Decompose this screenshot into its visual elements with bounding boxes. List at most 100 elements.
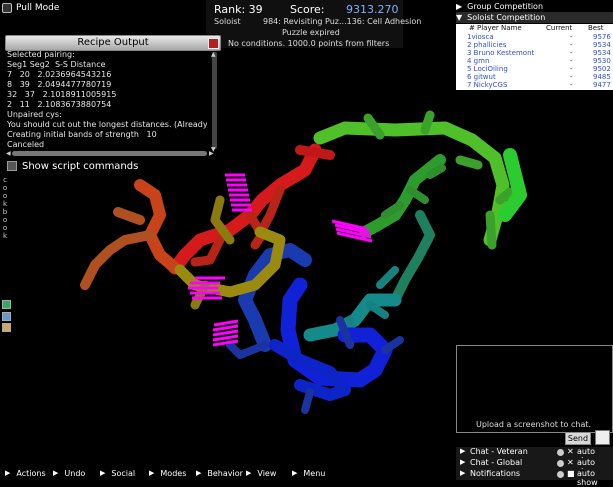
- recipe-line: Canceled: [7, 140, 45, 149]
- recipe-horizontal-scrollbar[interactable]: [12, 151, 207, 156]
- pull-mode-icon: [2, 2, 12, 13]
- notes-tool-icon[interactable]: [2, 323, 11, 332]
- table-row[interactable]: 6 gitwut - 9485: [456, 73, 613, 81]
- info-icon[interactable]: [557, 471, 564, 478]
- expand-arrow-icon: ▶: [456, 2, 463, 11]
- checkbox-icon[interactable]: ■: [567, 469, 575, 478]
- show-script-commands[interactable]: Show script commands: [7, 160, 138, 172]
- cookbook-letter: o: [2, 192, 8, 200]
- send-button[interactable]: Send: [565, 432, 591, 445]
- show-script-label: Show script commands: [22, 160, 139, 172]
- player-current: -: [570, 81, 573, 89]
- mode-label: Soloist: [214, 17, 241, 26]
- script-tool-icon[interactable]: [2, 312, 11, 321]
- recipe-line: 7 20 2.0236964543216: [7, 70, 112, 79]
- table-row[interactable]: 7 NickyCGS - 9477: [456, 81, 613, 89]
- menu-label: View: [257, 469, 277, 478]
- close-icon[interactable]: ✕: [567, 447, 574, 456]
- arrow-icon: ▶: [100, 469, 106, 477]
- scroll-right-icon[interactable]: ▶: [209, 150, 214, 157]
- recipe-line: Selected pairing:: [7, 50, 75, 59]
- arrow-icon: ▶: [292, 469, 298, 477]
- recipe-line: Creating initial bands of strength 10: [7, 130, 157, 139]
- expand-arrow-icon: ▶: [460, 458, 466, 466]
- scroll-left-icon[interactable]: ◀: [6, 150, 11, 157]
- chat-tab-veteran[interactable]: ▶ Chat - Veteran ✕ auto show: [456, 447, 613, 465]
- player-best: 9530: [593, 57, 611, 65]
- player-name[interactable]: 1viosca: [467, 33, 494, 41]
- chat-tab-global[interactable]: ▶ Chat - Global ✕ auto show: [456, 458, 613, 476]
- menu-social[interactable]: ▶ Social: [100, 469, 135, 478]
- cookbook-tab[interactable]: c o o k b o o k: [0, 176, 10, 240]
- recipe-line: 32 37 2.1018911005915: [7, 90, 117, 99]
- arrow-icon: ▶: [5, 469, 11, 477]
- table-row[interactable]: 5 LociOiling - 9502: [456, 65, 613, 73]
- soloist-competition-header[interactable]: ▼ Soloist Competition: [456, 12, 613, 23]
- group-competition-label: Group Competition: [467, 2, 544, 11]
- player-current: -: [570, 73, 573, 81]
- rank-label: Rank: 39: [214, 3, 263, 16]
- group-competition-header[interactable]: ▶ Group Competition: [456, 1, 613, 12]
- col-current: Current: [546, 24, 573, 32]
- player-name[interactable]: 4 gmn: [467, 57, 489, 65]
- menu-undo[interactable]: ▶ Undo: [53, 469, 85, 478]
- player-best: 9485: [593, 73, 611, 81]
- player-best: 9502: [593, 65, 611, 73]
- player-name[interactable]: 2 phallicies: [467, 41, 506, 49]
- info-icon[interactable]: [557, 449, 564, 456]
- player-name[interactable]: 5 LociOiling: [467, 65, 508, 73]
- close-icon[interactable]: ✕: [567, 458, 574, 467]
- chat-upload-hint: Upload a screenshot to chat.: [475, 420, 592, 429]
- recipe-tool-icon[interactable]: [2, 300, 11, 309]
- show-script-checkbox[interactable]: [7, 161, 17, 171]
- cookbook-letter: c: [3, 176, 7, 184]
- recipe-output-text: Selected pairing: Seg1 Seg2 S-S Distance 7…: [7, 50, 207, 152]
- menu-view[interactable]: ▶ View: [246, 469, 276, 478]
- screenshot-icon[interactable]: [595, 430, 610, 445]
- competition-table: # Player Name Current Best 1viosca - 957…: [456, 24, 613, 90]
- recipe-line: You should cut out the longest distances…: [7, 120, 207, 129]
- player-name[interactable]: 3 Bruno Kestemont: [467, 49, 534, 57]
- scroll-up-icon[interactable]: ▲: [211, 51, 216, 58]
- player-best: 9477: [593, 81, 611, 89]
- recipe-line: 2 11 2.1083673880754: [7, 100, 112, 109]
- table-row[interactable]: 4 gmn - 9530: [456, 57, 613, 65]
- player-name[interactable]: 6 gitwut: [467, 73, 496, 81]
- recipe-vertical-scrollbar[interactable]: [212, 52, 217, 149]
- table-row[interactable]: 2 phallicies - 9534: [456, 41, 613, 49]
- table-row[interactable]: 1viosca - 9576: [456, 33, 613, 41]
- pull-mode-toggle[interactable]: Pull Mode: [2, 1, 59, 14]
- player-current: -: [570, 49, 573, 57]
- table-header: # Player Name Current Best: [456, 24, 613, 33]
- player-current: -: [570, 65, 573, 73]
- recipe-title: Recipe Output: [77, 37, 149, 48]
- player-current: -: [570, 33, 573, 41]
- chat-tab-label: Chat - Global: [470, 458, 523, 467]
- col-best: Best: [588, 24, 604, 32]
- menu-modes[interactable]: ▶ Modes: [149, 469, 186, 478]
- chat-tab-label: Chat - Veteran: [470, 447, 528, 456]
- menu-menu[interactable]: ▶ Menu: [292, 469, 325, 478]
- table-row[interactable]: 3 Bruno Kestemont - 9534: [456, 49, 613, 57]
- recipe-line: Unpaired cys:: [7, 110, 62, 119]
- menu-label: Undo: [64, 469, 86, 478]
- recipe-close-icon[interactable]: [208, 38, 219, 49]
- recipe-title-bar[interactable]: Recipe Output: [5, 35, 221, 51]
- recipe-line: 8 39 2.0494477780719: [7, 80, 112, 89]
- auto-show-label[interactable]: auto show: [577, 469, 613, 487]
- menu-actions[interactable]: ▶ Actions: [5, 469, 46, 478]
- cookbook-letter: b: [2, 208, 8, 216]
- player-current: -: [570, 57, 573, 65]
- expand-arrow-icon: ▶: [460, 447, 466, 455]
- puzzle-status: Puzzle expired: [282, 28, 340, 37]
- collapse-arrow-icon: ▼: [456, 13, 463, 22]
- arrow-icon: ▶: [196, 469, 202, 477]
- player-name[interactable]: 7 NickyCGS: [467, 81, 507, 89]
- player-best: 9576: [593, 33, 611, 41]
- menu-behavior[interactable]: ▶ Behavior: [196, 469, 243, 478]
- bottom-menu-bar: ▶ Actions ▶ Undo ▶ Social ▶ Modes ▶ Behavior …: [0, 469, 350, 480]
- chat-tab-notifications[interactable]: ▶ Notifications ■ auto show: [456, 469, 613, 487]
- player-best: 9534: [593, 41, 611, 49]
- info-icon[interactable]: [557, 460, 564, 467]
- backbone-green-2: [359, 154, 446, 238]
